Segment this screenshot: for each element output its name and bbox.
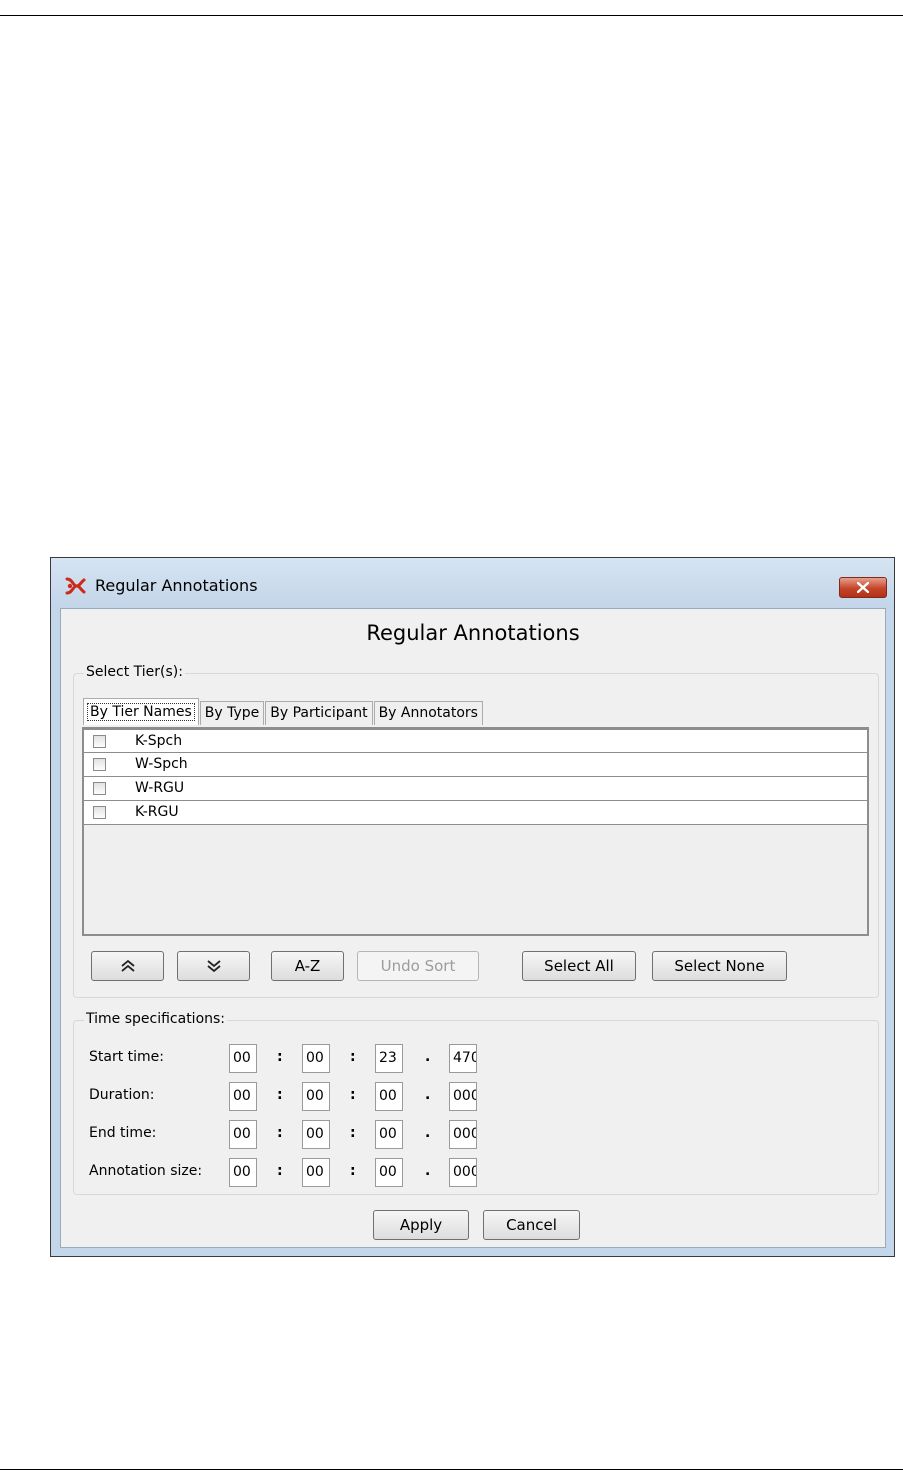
separator: .	[425, 1163, 431, 1179]
tab-label: By Tier Names	[87, 703, 195, 721]
end-time-hours[interactable]: 00	[229, 1120, 257, 1149]
tier-row-k-rgu[interactable]: K-RGU	[84, 801, 867, 825]
close-window-button[interactable]	[839, 577, 887, 598]
dialog-content: Regular Annotations Select Tier(s): By T…	[60, 608, 886, 1248]
select-none-button[interactable]: Select None	[652, 951, 787, 981]
tier-name: K-Spch	[135, 733, 183, 749]
separator: :	[350, 1125, 356, 1141]
annotation-size-seconds[interactable]: 00	[375, 1158, 403, 1187]
tier-name: K-RGU	[135, 804, 179, 820]
separator: :	[277, 1087, 283, 1103]
annotation-size-hours[interactable]: 00	[229, 1158, 257, 1187]
annotation-size-label: Annotation size:	[89, 1163, 203, 1179]
separator: :	[277, 1049, 283, 1065]
separator: .	[425, 1087, 431, 1103]
start-time-seconds[interactable]: 23	[375, 1044, 403, 1073]
end-time-label: End time:	[89, 1125, 157, 1141]
separator: .	[425, 1049, 431, 1065]
duration-minutes[interactable]: 00	[302, 1082, 330, 1111]
tier-checkbox[interactable]	[93, 806, 106, 819]
start-time-minutes[interactable]: 00	[302, 1044, 330, 1073]
tier-name: W-RGU	[135, 780, 185, 796]
move-down-icon	[206, 960, 221, 973]
tier-selection-tabs: By Tier Names By Type By Participant By …	[83, 698, 484, 725]
regular-annotations-window: Regular Annotations Regular Annotations …	[50, 557, 895, 1257]
tab-by-participant[interactable]: By Participant	[265, 701, 373, 725]
duration-seconds[interactable]: 00	[375, 1082, 403, 1111]
select-all-button[interactable]: Select All	[522, 951, 636, 981]
apply-button[interactable]: Apply	[373, 1210, 469, 1240]
tier-list: K-Spch W-Spch W-RGU K-RGU	[82, 727, 869, 936]
close-icon	[857, 582, 869, 593]
annotation-size-milliseconds[interactable]: 000	[449, 1158, 477, 1187]
time-specifications-label: Time specifications:	[84, 1011, 228, 1027]
elan-app-icon	[65, 577, 86, 595]
tier-checkbox[interactable]	[93, 758, 106, 771]
end-time-milliseconds[interactable]: 000	[449, 1120, 477, 1149]
dialog-heading: Regular Annotations	[366, 621, 580, 645]
separator: .	[425, 1125, 431, 1141]
move-up-icon	[120, 959, 135, 972]
separator: :	[350, 1163, 356, 1179]
move-down-button[interactable]	[177, 951, 250, 981]
tab-by-type[interactable]: By Type	[199, 701, 265, 725]
separator: :	[350, 1087, 356, 1103]
select-tiers-label: Select Tier(s):	[84, 664, 185, 680]
duration-milliseconds[interactable]: 000	[449, 1082, 477, 1111]
end-time-seconds[interactable]: 00	[375, 1120, 403, 1149]
separator: :	[277, 1163, 283, 1179]
move-up-button[interactable]	[91, 951, 164, 981]
start-time-hours[interactable]: 00	[229, 1044, 257, 1073]
title-bar: Regular Annotations	[51, 558, 894, 608]
start-time-label: Start time:	[89, 1049, 164, 1065]
tier-checkbox[interactable]	[93, 782, 106, 795]
tier-checkbox[interactable]	[93, 735, 106, 748]
window-title: Regular Annotations	[95, 576, 258, 595]
page-top-rule	[0, 15, 903, 16]
undo-sort-button[interactable]: Undo Sort	[357, 951, 479, 981]
tab-by-tier-names[interactable]: By Tier Names	[83, 698, 199, 725]
end-time-minutes[interactable]: 00	[302, 1120, 330, 1149]
sort-az-button[interactable]: A-Z	[271, 951, 344, 981]
tier-row-w-rgu[interactable]: W-RGU	[84, 777, 867, 801]
tier-row-k-spch[interactable]: K-Spch	[84, 729, 867, 753]
separator: :	[277, 1125, 283, 1141]
duration-label: Duration:	[89, 1087, 155, 1103]
tab-by-annotators[interactable]: By Annotators	[373, 701, 483, 725]
cancel-button[interactable]: Cancel	[483, 1210, 580, 1240]
tier-name: W-Spch	[135, 756, 188, 772]
separator: :	[350, 1049, 356, 1065]
page-bottom-rule	[0, 1469, 903, 1470]
tier-row-w-spch[interactable]: W-Spch	[84, 753, 867, 777]
start-time-milliseconds[interactable]: 470	[449, 1044, 477, 1073]
annotation-size-minutes[interactable]: 00	[302, 1158, 330, 1187]
duration-hours[interactable]: 00	[229, 1082, 257, 1111]
